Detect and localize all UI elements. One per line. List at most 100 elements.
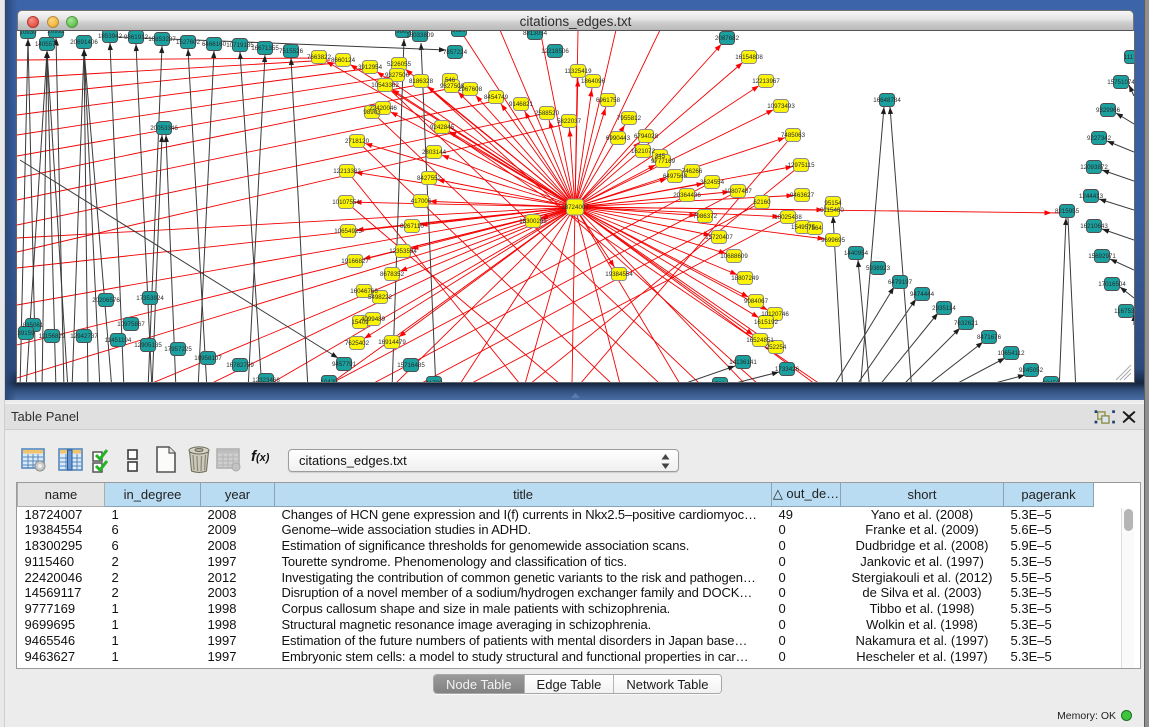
- svg-text:1440954: 1440954: [844, 250, 869, 257]
- svg-text:15409: 15409: [351, 319, 369, 326]
- svg-text:1527602: 1527602: [176, 39, 201, 46]
- svg-text:5498222: 5498222: [368, 294, 393, 301]
- svg-text:9327506: 9327506: [385, 72, 410, 79]
- svg-text:12353594: 12353594: [389, 248, 417, 255]
- svg-text:10853287: 10853287: [148, 36, 176, 43]
- svg-text:10958107: 10958107: [194, 355, 222, 362]
- svg-text:10654925: 10654925: [334, 228, 362, 235]
- svg-text:2087682: 2087682: [715, 35, 740, 42]
- svg-text:12975115: 12975115: [787, 162, 815, 169]
- svg-text:16648784: 16648784: [873, 97, 901, 104]
- svg-text:10719185: 10719185: [226, 42, 254, 49]
- svg-text:746266: 746266: [682, 168, 703, 175]
- svg-text:10688609: 10688609: [720, 253, 748, 260]
- svg-text:9699695: 9699695: [821, 237, 846, 244]
- svg-text:11156829: 11156829: [39, 333, 66, 340]
- svg-text:9329966: 9329966: [1096, 107, 1121, 114]
- svg-text:7515526: 7515526: [279, 48, 304, 55]
- svg-text:10973493: 10973493: [767, 103, 795, 110]
- svg-text:6479197: 6479197: [888, 279, 913, 286]
- svg-text:39159: 39159: [17, 330, 35, 337]
- svg-text:7564: 7564: [808, 225, 822, 232]
- svg-text:2718120: 2718120: [345, 138, 370, 145]
- svg-text:7625402: 7625402: [345, 340, 370, 347]
- svg-text:18300295: 18300295: [519, 218, 547, 225]
- svg-text:1733426: 1733426: [775, 366, 800, 373]
- svg-text:9115460: 9115460: [820, 207, 844, 214]
- svg-text:17016504: 17016504: [1098, 281, 1126, 288]
- svg-text:5226055: 5226055: [387, 61, 412, 68]
- svg-text:12093872: 12093872: [1080, 164, 1108, 171]
- svg-text:8454749: 8454749: [484, 94, 509, 101]
- svg-text:9457791: 9457791: [332, 361, 357, 368]
- svg-text:835061: 835061: [23, 322, 44, 329]
- svg-text:16782759: 16782759: [226, 362, 254, 369]
- svg-text:8813054: 8813054: [523, 31, 548, 37]
- svg-text:1615192: 1615192: [754, 319, 779, 326]
- svg-text:10543362: 10543362: [371, 82, 399, 89]
- svg-text:8427552: 8427552: [417, 175, 442, 182]
- svg-text:9463627: 9463627: [790, 192, 815, 199]
- svg-text:17334: 17334: [711, 381, 729, 382]
- svg-text:7955812: 7955812: [617, 115, 642, 122]
- svg-text:15716485: 15716485: [397, 362, 425, 369]
- svg-text:10930: 10930: [19, 31, 37, 36]
- svg-text:11325419: 11325419: [564, 68, 592, 75]
- svg-text:2803144: 2803144: [422, 149, 447, 156]
- svg-text:9084067: 9084067: [744, 298, 769, 305]
- svg-text:9361912: 9361912: [124, 34, 149, 41]
- svg-text:7663822: 7663822: [307, 54, 332, 61]
- svg-text:10025438: 10025438: [774, 214, 802, 221]
- svg-text:12942737: 12942737: [70, 333, 98, 340]
- svg-text:20992: 20992: [47, 31, 65, 35]
- svg-text:15751074: 15751074: [1107, 79, 1134, 86]
- svg-text:41700: 41700: [425, 380, 443, 382]
- svg-text:12905135: 12905135: [134, 342, 162, 349]
- svg-text:7986372: 7986372: [693, 213, 718, 220]
- svg-text:9777169: 9777169: [651, 158, 676, 165]
- svg-text:417006: 417006: [411, 198, 432, 205]
- svg-text:10107554: 10107554: [332, 199, 360, 206]
- svg-text:20053346: 20053346: [150, 125, 178, 132]
- svg-text:12323466: 12323466: [252, 377, 280, 382]
- svg-text:1244413: 1244413: [1079, 193, 1104, 200]
- svg-text:9227342: 9227342: [1087, 135, 1112, 142]
- svg-text:1167531: 1167531: [1114, 308, 1134, 315]
- svg-text:1864096: 1864096: [581, 78, 606, 85]
- svg-text:16524851: 16524851: [746, 337, 774, 344]
- svg-text:6961758: 6961758: [596, 97, 621, 104]
- svg-text:10420: 10420: [320, 379, 338, 382]
- svg-text:8471676: 8471676: [977, 334, 1002, 341]
- svg-text:7632621: 7632621: [954, 320, 979, 327]
- svg-text:9146821: 9146821: [509, 101, 534, 108]
- svg-text:16210643: 16210643: [1080, 223, 1108, 230]
- svg-text:2967608: 2967608: [458, 86, 483, 93]
- svg-text:19384554: 19384554: [605, 271, 633, 278]
- svg-text:8660124: 8660124: [331, 57, 356, 64]
- svg-text:62160: 62160: [753, 199, 771, 206]
- svg-text:8215955: 8215955: [1055, 208, 1080, 215]
- svg-text:16671355: 16671355: [251, 45, 279, 52]
- svg-text:2935114: 2935114: [932, 305, 956, 312]
- svg-text:19166827: 19166827: [341, 258, 369, 265]
- svg-text:9245052: 9245052: [1019, 367, 1044, 374]
- svg-text:15720407: 15720407: [705, 234, 733, 241]
- svg-text:3624554: 3624554: [700, 179, 725, 186]
- svg-text:1405571: 1405571: [35, 41, 60, 48]
- svg-text:15692971: 15692971: [1088, 253, 1116, 260]
- svg-text:20206576: 20206576: [92, 297, 120, 304]
- svg-text:10120746: 10120746: [761, 311, 789, 318]
- svg-text:7485063: 7485063: [781, 132, 806, 139]
- svg-text:6466160: 6466160: [202, 41, 227, 48]
- svg-text:10807487: 10807487: [724, 188, 752, 195]
- svg-text:17957225: 17957225: [164, 346, 192, 353]
- svg-text:12213967: 12213967: [752, 78, 780, 85]
- svg-text:2588520: 2588520: [535, 110, 560, 117]
- svg-text:20364436: 20364436: [673, 192, 701, 199]
- svg-text:3912954: 3912954: [358, 64, 383, 71]
- svg-text:17353924: 17353924: [136, 295, 164, 302]
- svg-text:7857224: 7857224: [443, 49, 468, 56]
- svg-text:16154808: 16154808: [735, 54, 763, 61]
- svg-text:16914479: 16914479: [378, 339, 406, 346]
- svg-text:8267110: 8267110: [400, 223, 424, 230]
